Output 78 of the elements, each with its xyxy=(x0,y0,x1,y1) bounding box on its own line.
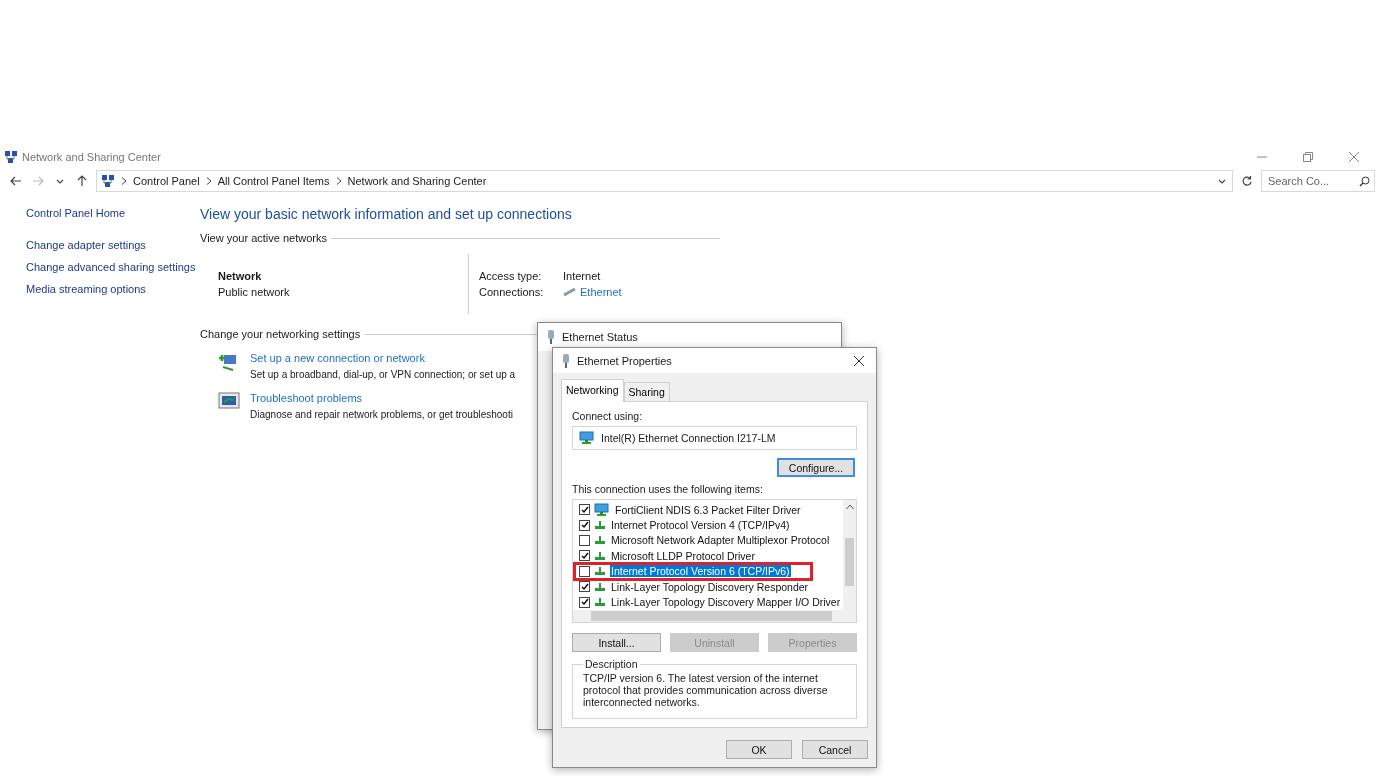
network-protocol-icon xyxy=(594,551,606,560)
monitor-icon xyxy=(579,431,595,445)
checkbox[interactable] xyxy=(579,534,590,546)
horizontal-scrollbar[interactable] xyxy=(573,609,856,622)
dialog-button[interactable]: Cancel xyxy=(802,740,868,759)
section-title: View your active networks xyxy=(200,232,327,244)
description-label: Description xyxy=(584,658,639,670)
plug-icon xyxy=(546,330,556,344)
checkbox[interactable] xyxy=(579,565,590,577)
page-heading: View your basic network information and set up connections xyxy=(200,206,573,222)
chevron-right-icon xyxy=(121,177,127,185)
adapter-field: Intel(R) Ethernet Connection I217-LM xyxy=(572,426,857,450)
up-arrow-icon xyxy=(76,175,88,187)
list-item[interactable]: Microsoft Network Adapter Multiplexor Protocol xyxy=(579,532,842,549)
task-description: Set up a broadband, dial-up, or VPN connection; or set up a xyxy=(250,369,516,380)
checkbox[interactable] xyxy=(579,581,590,593)
chevron-right-icon xyxy=(205,177,212,185)
list-item[interactable]: Link-Layer Topology Discovery Mapper I/O Driver xyxy=(579,594,842,610)
network-icon xyxy=(4,150,18,164)
breadcrumb[interactable]: All Control Panel Items xyxy=(217,175,330,187)
search-field[interactable]: Search Co... xyxy=(1261,170,1375,192)
checkbox[interactable] xyxy=(579,519,590,531)
address-bar[interactable]: Control Panel All Control Panel Items Network and Sharing Center xyxy=(96,170,1233,192)
network-protocol-icon xyxy=(594,521,606,530)
access-type-label: Access type: xyxy=(479,270,543,282)
list-item[interactable]: Microsoft LLDP Protocol Driver xyxy=(579,548,842,564)
list-item[interactable]: Link-Layer Topology Discovery Responder xyxy=(579,578,842,595)
list-item[interactable]: Internet Protocol Version 4 (TCP/IPv4) xyxy=(579,517,842,533)
description-text: TCP/IP version 6. The latest version of the internet protocol that provides communication across diverse interconnected networks. xyxy=(583,672,829,708)
task-link[interactable]: Troubleshoot problems xyxy=(250,392,513,404)
connections-label: Connections: xyxy=(479,286,545,298)
sidebar-link[interactable]: Media streaming options xyxy=(26,282,200,296)
sidebar-link[interactable]: Control Panel Home xyxy=(26,206,200,220)
restore-icon xyxy=(1303,152,1313,162)
action-button[interactable]: Install... xyxy=(572,633,661,652)
items-label: This connection uses the following items: xyxy=(572,483,764,495)
network-type: Public network xyxy=(218,286,291,298)
network-icon xyxy=(101,174,115,188)
dialog-button[interactable]: OK xyxy=(726,740,792,759)
checkbox[interactable] xyxy=(579,596,590,608)
close-icon xyxy=(854,356,864,366)
list-item[interactable]: FortiClient NDIS 6.3 Packet Filter Driver xyxy=(579,502,842,518)
chevron-up-icon xyxy=(845,504,854,510)
network-protocol-icon xyxy=(594,567,606,576)
chevron-right-icon xyxy=(335,177,342,185)
connect-using-label: Connect using: xyxy=(572,410,644,422)
checkbox[interactable] xyxy=(579,550,590,562)
back-button[interactable] xyxy=(8,175,24,187)
dialog-title: Ethernet Status xyxy=(562,331,638,343)
ethernet-cable-icon xyxy=(563,288,576,296)
network-protocol-icon xyxy=(594,536,606,545)
network-name: Network xyxy=(218,270,263,282)
close-icon xyxy=(1349,152,1359,162)
sidebar-link[interactable]: Change advanced sharing settings xyxy=(26,260,200,274)
breadcrumb[interactable]: Network and Sharing Center xyxy=(347,175,487,187)
configure-button[interactable]: Configure... xyxy=(777,458,855,477)
breadcrumb[interactable]: Control Panel xyxy=(133,175,200,187)
back-arrow-icon xyxy=(10,175,22,187)
forward-arrow-icon xyxy=(32,175,44,187)
checkbox[interactable] xyxy=(579,504,590,516)
section-title: Change your networking settings xyxy=(200,328,361,340)
network-protocol-icon xyxy=(594,598,606,607)
ethernet-link[interactable]: Ethernet xyxy=(580,286,622,298)
troubleshoot-icon xyxy=(218,392,240,410)
access-type-value: Internet xyxy=(563,270,602,282)
task-link[interactable]: Set up a new connection or network xyxy=(250,352,516,364)
dialog-title: Ethernet Properties xyxy=(577,354,672,367)
refresh-icon xyxy=(1241,175,1253,187)
sidebar-link[interactable]: Change adapter settings xyxy=(26,238,200,252)
network-protocol-icon xyxy=(594,582,606,591)
monitor-icon xyxy=(594,502,610,517)
plug-icon xyxy=(561,353,571,368)
window-title: Network and Sharing Center xyxy=(22,151,161,163)
search-icon xyxy=(1359,175,1370,187)
dialog-tab[interactable]: Networking xyxy=(561,379,624,402)
vertical-scrollbar[interactable] xyxy=(843,500,856,610)
task-description: Diagnose and repair network problems, or get troubleshooti xyxy=(250,409,513,420)
dialog-tab[interactable]: Sharing xyxy=(623,382,670,402)
